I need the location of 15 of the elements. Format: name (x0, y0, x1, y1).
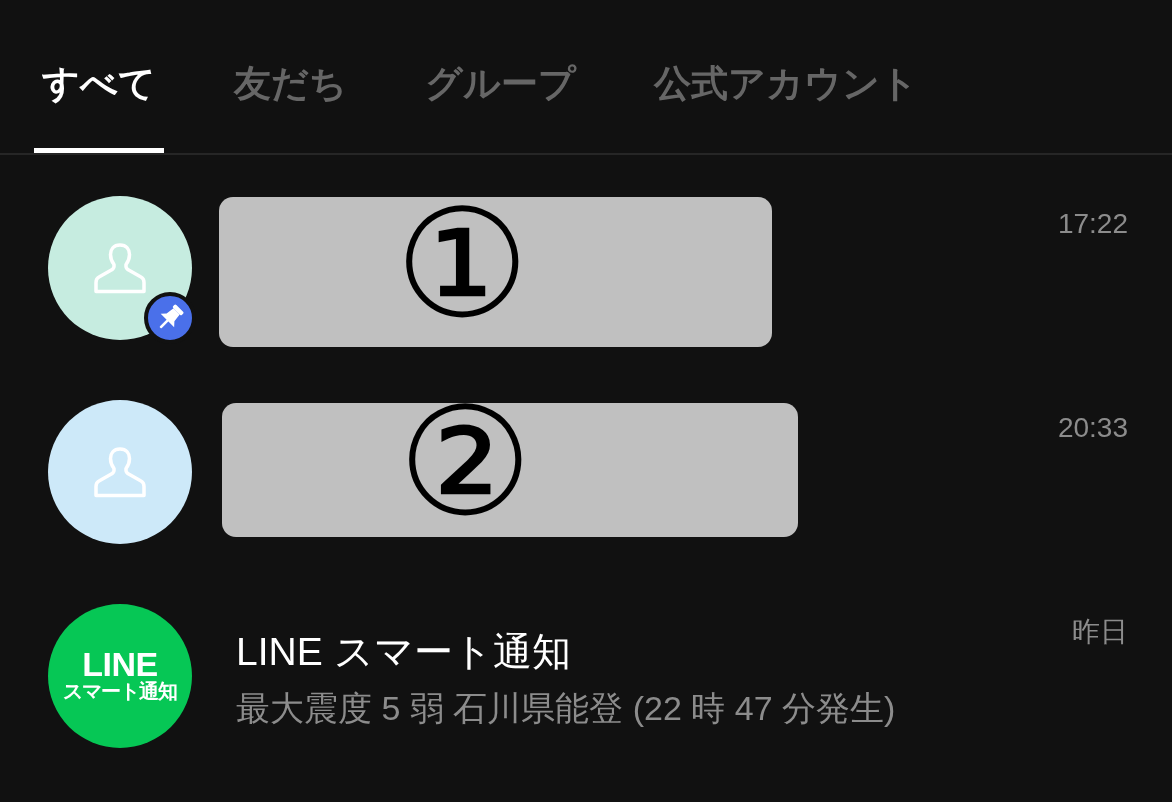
redaction-number: ② (398, 388, 532, 538)
chat-time: 昨日 (1072, 617, 1128, 647)
person-icon (93, 446, 147, 498)
chat-time: 17:22 (1057, 209, 1128, 239)
redaction-number: ① (395, 190, 529, 340)
chat-name: LINE スマート通知 (236, 629, 572, 675)
tab[interactable]: すべて (34, 0, 164, 153)
logo-caption: スマート通知 (63, 679, 177, 703)
tab[interactable]: 公式アカウント (646, 0, 926, 153)
tab[interactable]: 友だち (226, 0, 355, 153)
person-icon (93, 242, 147, 294)
message-preview: 最大震度 5 弱 石川県能登 (22 時 47 分発生) (236, 688, 896, 729)
chat-time: 20:33 (1057, 413, 1128, 443)
logo-title: LINE (82, 649, 158, 679)
tab[interactable]: グループ (417, 0, 584, 153)
